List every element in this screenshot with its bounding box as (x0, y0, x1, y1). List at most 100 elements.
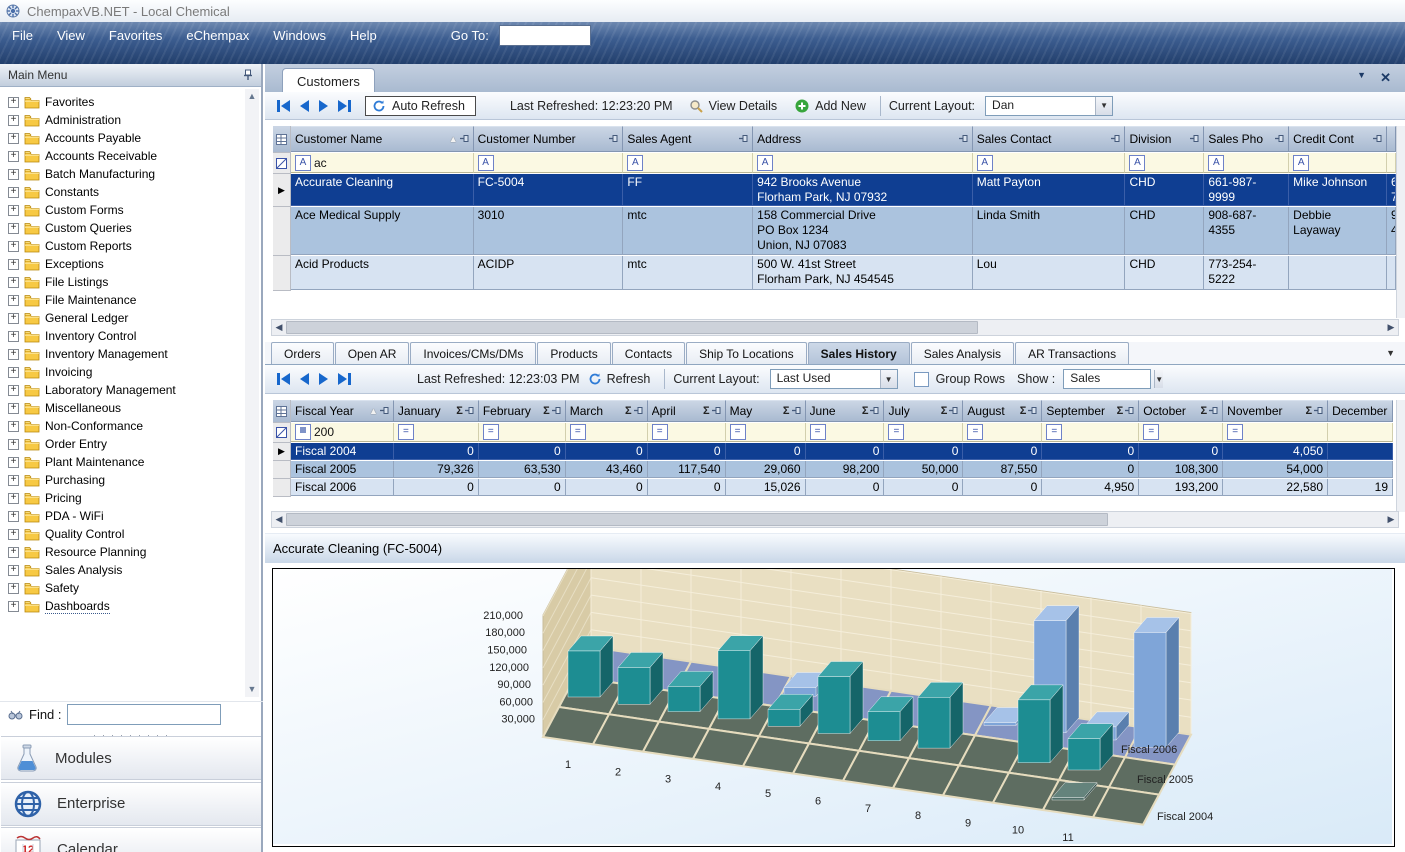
expand-icon[interactable]: + (8, 259, 19, 270)
pin-column-icon[interactable] (1373, 134, 1382, 143)
next-record-button-2[interactable] (319, 373, 328, 385)
sigma-icon[interactable]: Σ (703, 405, 710, 417)
prev-record-button-2[interactable] (300, 373, 309, 385)
column-header-march[interactable]: MarchΣ (566, 400, 648, 422)
equals-filter-icon[interactable]: = (483, 424, 499, 440)
sigma-icon[interactable]: Σ (456, 405, 463, 417)
pin-column-icon[interactable] (959, 134, 968, 143)
filter-cell-july[interactable]: = (884, 423, 963, 442)
expand-icon[interactable]: + (8, 295, 19, 306)
sigma-icon[interactable]: Σ (862, 405, 869, 417)
equals-filter-icon[interactable]: = (570, 424, 586, 440)
pin-column-icon[interactable] (792, 406, 801, 415)
row-indicator[interactable] (273, 479, 291, 497)
equals-filter-icon[interactable]: = (967, 424, 983, 440)
equals-filter-icon[interactable]: = (888, 424, 904, 440)
tree-item-custom-forms[interactable]: +Custom Forms (0, 201, 246, 219)
column-header-may[interactable]: MayΣ (726, 400, 806, 422)
tree-item-quality-control[interactable]: +Quality Control (0, 525, 246, 543)
pin-column-icon[interactable] (609, 134, 618, 143)
add-new-button[interactable]: Add New (815, 99, 866, 113)
subtab-invoices-cms-dms[interactable]: Invoices/CMs/DMs (410, 342, 536, 364)
text-filter-icon[interactable]: A (1293, 155, 1309, 171)
expand-icon[interactable]: + (8, 421, 19, 432)
row-indicator[interactable]: ▶ (273, 443, 291, 461)
expand-icon[interactable]: + (8, 133, 19, 144)
next-record-button[interactable] (319, 100, 328, 112)
pin-column-icon[interactable] (1028, 406, 1037, 415)
filter-cell-sales-pho[interactable]: A (1204, 153, 1289, 173)
hscroll-right-icon[interactable]: ▶ (1384, 322, 1398, 333)
sigma-icon[interactable]: Σ (941, 405, 948, 417)
filter-cell-june[interactable]: = (806, 423, 885, 442)
expand-icon[interactable]: + (8, 367, 19, 378)
pin-column-icon[interactable] (1314, 406, 1323, 415)
expand-icon[interactable]: + (8, 313, 19, 324)
text-filter-icon[interactable]: A (757, 155, 773, 171)
find-input[interactable] (67, 704, 221, 725)
equals-filter-icon[interactable]: = (652, 424, 668, 440)
expand-icon[interactable]: + (8, 331, 19, 342)
column-header-october[interactable]: OctoberΣ (1139, 400, 1223, 422)
pin-column-icon[interactable] (460, 134, 469, 143)
pin-icon[interactable] (243, 69, 253, 81)
expand-icon[interactable]: + (8, 529, 19, 540)
tree-item-constants[interactable]: +Constants (0, 183, 246, 201)
text-filter-icon[interactable]: A (977, 155, 993, 171)
sales-row-0[interactable]: ▶Fiscal 200400000000004,050 (273, 443, 1393, 461)
filter-cell-march[interactable]: = (566, 423, 648, 442)
column-header-division[interactable]: Division (1125, 126, 1204, 152)
tree-item-resource-planning[interactable]: +Resource Planning (0, 543, 246, 561)
pin-column-icon[interactable] (1125, 406, 1134, 415)
text-filter-icon[interactable]: A (1208, 155, 1224, 171)
goto-input[interactable] (499, 25, 591, 46)
hscroll2-right-icon[interactable]: ▶ (1384, 514, 1398, 525)
subtab-orders[interactable]: Orders (271, 342, 334, 364)
equals-filter-icon[interactable]: = (1046, 424, 1062, 440)
group-rows-checkbox[interactable] (914, 372, 929, 387)
tree-item-plant-maintenance[interactable]: +Plant Maintenance (0, 453, 246, 471)
tree-item-accounts-payable[interactable]: +Accounts Payable (0, 129, 246, 147)
column-header-february[interactable]: FebruaryΣ (479, 400, 566, 422)
expand-icon[interactable]: + (8, 385, 19, 396)
column-header-customer-name[interactable]: Customer Name▲ (291, 126, 474, 152)
refresh-button[interactable]: Refresh (607, 372, 651, 386)
last-record-button-2[interactable] (338, 373, 351, 385)
layout-combo-arrow-icon[interactable]: ▼ (1095, 97, 1112, 115)
tree-item-inventory-management[interactable]: +Inventory Management (0, 345, 246, 363)
filter-cell-sales-contact[interactable]: A (973, 153, 1126, 173)
filter-cell-credit-cont[interactable]: A (1289, 153, 1387, 173)
equals-filter-icon[interactable]: = (1227, 424, 1243, 440)
filter-cell-cut[interactable] (1387, 153, 1396, 173)
text-filter-icon[interactable]: A (1129, 155, 1145, 171)
row-indicator[interactable] (273, 207, 291, 256)
column-header-november[interactable]: NovemberΣ (1223, 400, 1328, 422)
expand-icon[interactable]: + (8, 493, 19, 504)
filter-cell-fiscal-year[interactable]: 200 (291, 423, 394, 442)
pin-column-icon[interactable] (634, 406, 643, 415)
column-header-december[interactable]: December (1328, 400, 1393, 422)
first-record-button[interactable] (277, 100, 290, 112)
filter-cell-september[interactable]: = (1042, 423, 1139, 442)
show-combo[interactable]: Sales ▼ (1063, 369, 1151, 389)
tree-item-pricing[interactable]: +Pricing (0, 489, 246, 507)
sigma-icon[interactable]: Σ (1117, 405, 1124, 417)
subtab-sales-history[interactable]: Sales History (808, 342, 910, 364)
scroll-up-icon[interactable]: ▲ (245, 89, 259, 104)
tree-item-safety[interactable]: +Safety (0, 579, 246, 597)
equals-filter-icon[interactable]: = (398, 424, 414, 440)
scroll-down-icon[interactable]: ▼ (245, 682, 259, 697)
hscroll2-thumb[interactable] (286, 513, 1108, 526)
sigma-icon[interactable]: Σ (1305, 405, 1312, 417)
tree-item-administration[interactable]: +Administration (0, 111, 246, 129)
expand-icon[interactable]: + (8, 439, 19, 450)
column-header-customer-number[interactable]: Customer Number (474, 126, 624, 152)
column-header-address[interactable]: Address (753, 126, 973, 152)
nav-button-modules[interactable]: Modules (1, 736, 261, 780)
column-header-sales-contact[interactable]: Sales Contact (973, 126, 1126, 152)
column-header-cut[interactable] (1387, 126, 1396, 152)
expand-icon[interactable]: + (8, 151, 19, 162)
filter-cell-address[interactable]: A (753, 153, 973, 173)
tree-item-batch-manufacturing[interactable]: +Batch Manufacturing (0, 165, 246, 183)
equals-filter-icon[interactable]: = (730, 424, 746, 440)
